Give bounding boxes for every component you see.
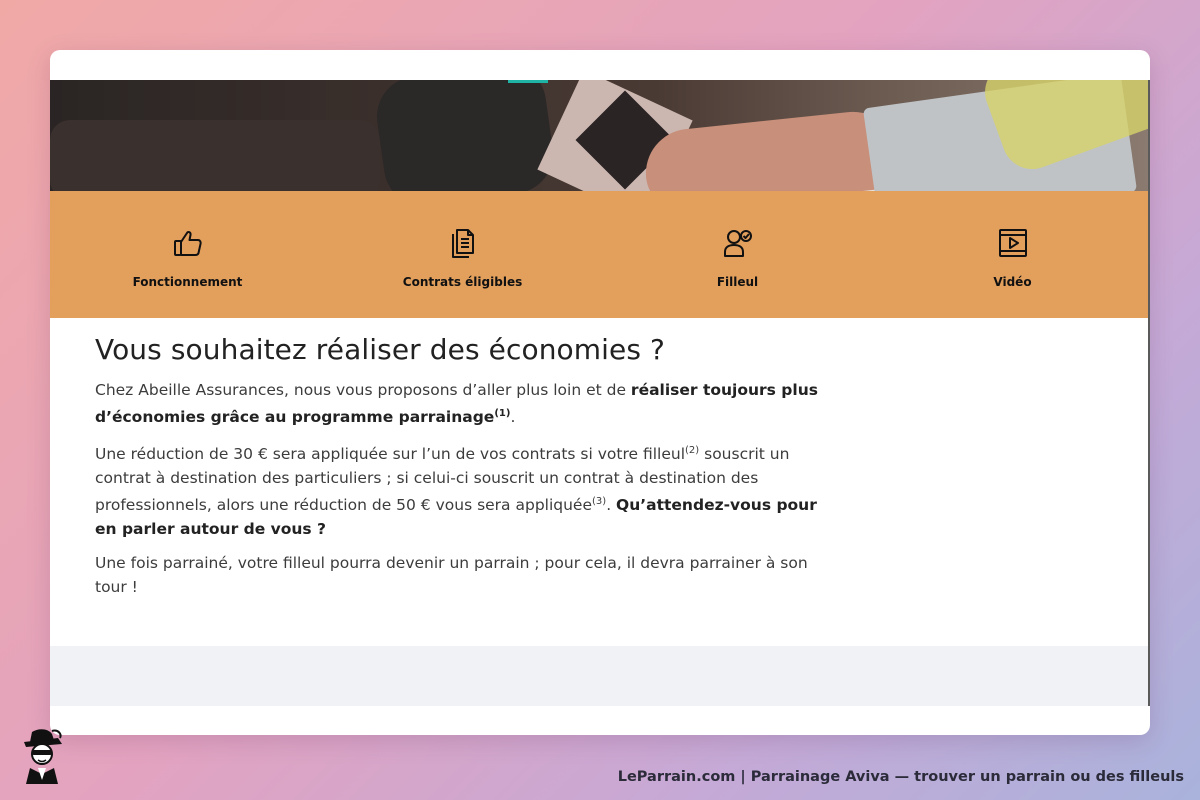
footer-caption: LeParrain.com | Parrainage Aviva — trouv… xyxy=(617,769,1184,785)
nav-label: Contrats éligibles xyxy=(402,275,523,289)
browser-window: Fonctionnement Contrats éligibles Filleu… xyxy=(50,50,1150,735)
footer-band xyxy=(50,646,1150,706)
nav-item-filleul[interactable]: Filleul xyxy=(600,191,875,318)
scrollbar[interactable] xyxy=(1148,80,1150,706)
video-icon xyxy=(997,227,1029,264)
nav-item-contrats-eligibles[interactable]: Contrats éligibles xyxy=(325,191,600,318)
leparrain-logo xyxy=(18,728,66,784)
discount-paragraph: Une réduction de 30 € sera appliquée sur… xyxy=(95,445,817,539)
nav-label: Vidéo xyxy=(993,275,1032,289)
sponsor-paragraph: Une fois parrainé, votre filleul pourra … xyxy=(95,554,808,597)
nav-label: Fonctionnement xyxy=(132,275,243,289)
main-content: Vous souhaitez réaliser des économies ? … xyxy=(95,333,835,599)
intro-paragraph: Chez Abeille Assurances, nous vous propo… xyxy=(95,381,818,427)
nav-label: Filleul xyxy=(716,275,759,289)
nav-item-fonctionnement[interactable]: Fonctionnement xyxy=(50,191,325,318)
documents-icon xyxy=(447,227,479,264)
page-title: Vous souhaitez réaliser des économies ? xyxy=(95,333,666,366)
user-check-icon xyxy=(722,227,754,264)
thumbs-up-icon xyxy=(172,227,204,264)
nav-item-video[interactable]: Vidéo xyxy=(875,191,1150,318)
section-nav: Fonctionnement Contrats éligibles Filleu… xyxy=(50,191,1150,318)
hero-image xyxy=(50,80,1150,191)
